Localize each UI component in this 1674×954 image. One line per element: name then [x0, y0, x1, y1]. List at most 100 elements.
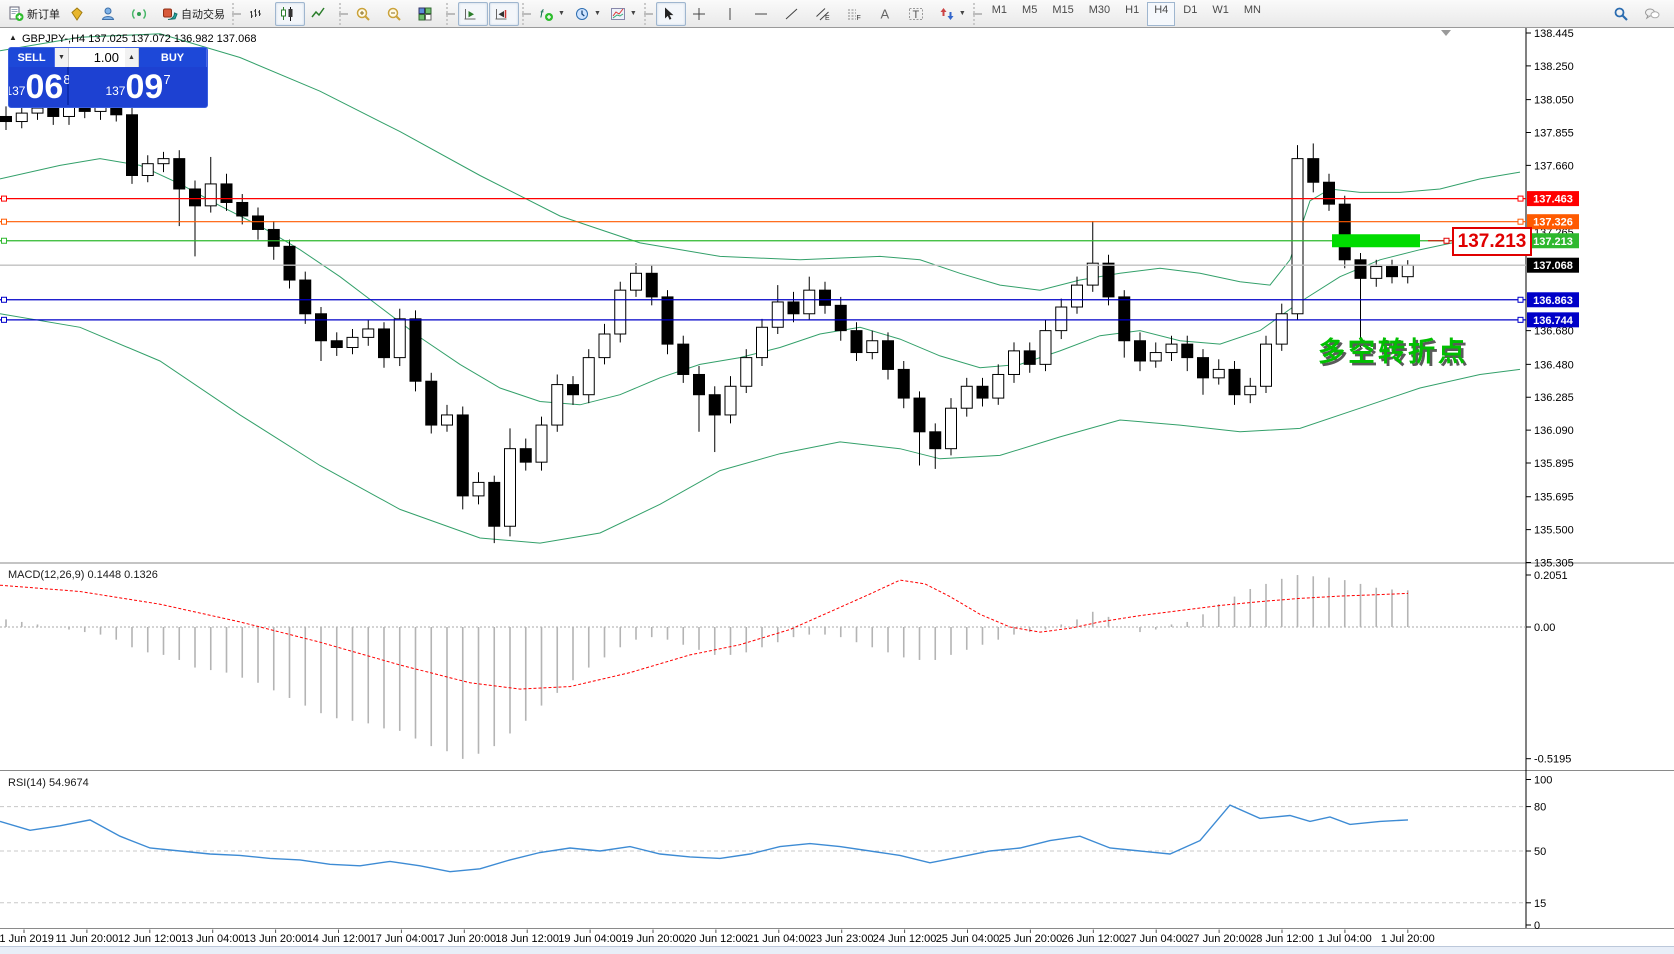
buy-price-display[interactable]: 137097	[69, 67, 207, 105]
time-axis-label: 24 Jun 12:00	[873, 933, 937, 945]
zoom-in-icon	[355, 6, 371, 22]
timeframe-mn[interactable]: MN	[1237, 2, 1268, 26]
equidistant-channel-button[interactable]: E	[811, 2, 841, 26]
vertical-line-button[interactable]	[718, 2, 748, 26]
price-axis-label: 136.090	[1534, 425, 1574, 437]
level-anchor-handle[interactable]	[1518, 219, 1523, 224]
candle-body	[1119, 297, 1130, 341]
timeframe-d1[interactable]: D1	[1176, 2, 1204, 26]
level-anchor-handle[interactable]	[1518, 317, 1523, 322]
line-chart-button[interactable]	[306, 2, 336, 26]
timeframe-m15[interactable]: M15	[1045, 2, 1080, 26]
chart-annotation-text[interactable]: 多空转折点	[1318, 330, 1468, 369]
trendline-button[interactable]	[780, 2, 810, 26]
price-axis-label: 136.285	[1534, 392, 1574, 404]
time-axis-label: 20 Jun 12:00	[684, 933, 748, 945]
autotrading-button[interactable]: 自动交易	[158, 2, 229, 26]
templates-button[interactable]: ▼	[606, 2, 641, 26]
level-anchor-handle[interactable]	[1518, 196, 1523, 201]
candle-body	[1402, 265, 1413, 276]
toolbar-separator	[446, 3, 455, 25]
candlestick-button[interactable]	[275, 2, 305, 26]
candle-body	[505, 449, 516, 527]
toolbar-separator	[973, 3, 982, 25]
profile-button[interactable]	[96, 2, 126, 26]
autotrading-button-label: 自动交易	[181, 6, 225, 22]
tile-windows-button[interactable]	[413, 2, 443, 26]
market-button[interactable]	[65, 2, 95, 26]
timeframe-m30[interactable]: M30	[1082, 2, 1117, 26]
chart-canvas[interactable]: 138.445138.250138.050137.855137.660137.2…	[0, 0, 1674, 953]
sell-button[interactable]: SELL	[9, 48, 55, 67]
level-anchor-handle[interactable]	[1518, 297, 1523, 302]
price-badge-label: 137.068	[1533, 260, 1573, 272]
buy-button[interactable]: BUY	[139, 48, 207, 67]
fibonacci-button[interactable]: F	[842, 2, 872, 26]
candle-body	[615, 290, 626, 334]
candle-body	[804, 290, 815, 314]
candle-body	[662, 297, 673, 344]
text-label-button[interactable]: T	[904, 2, 934, 26]
timeframe-h1[interactable]: H1	[1118, 2, 1146, 26]
chart-shift-button[interactable]	[489, 2, 519, 26]
timeframe-w1[interactable]: W1	[1205, 2, 1236, 26]
rsi-axis-label: 100	[1534, 775, 1552, 787]
zoom-in-button[interactable]	[351, 2, 381, 26]
chevron-down-icon[interactable]: ▼	[594, 10, 601, 17]
chevron-down-icon[interactable]: ▼	[630, 10, 637, 17]
timeframe-m5[interactable]: M5	[1015, 2, 1044, 26]
candle-body	[1009, 351, 1020, 375]
highlight-rectangle[interactable]	[1332, 234, 1420, 247]
zoom-out-button[interactable]	[382, 2, 412, 26]
time-axis-label: 19 Jun 04:00	[558, 933, 622, 945]
volume-up-stepper[interactable]: ▲	[125, 48, 139, 67]
price-axis-label: 135.305	[1534, 557, 1574, 569]
chat-button[interactable]	[1640, 2, 1670, 26]
price-callout-label[interactable]: 137.213	[1452, 227, 1532, 256]
callout-anchor[interactable]	[1444, 238, 1449, 243]
text-icon: A	[877, 6, 893, 22]
buy-price-pip: 7	[163, 72, 170, 87]
market-icon	[69, 6, 85, 22]
price-axis-label: 138.250	[1534, 61, 1574, 73]
trade-panel-collapse-icon[interactable]: ▲	[9, 33, 17, 42]
time-axis-label: 11 Jun 2019	[0, 933, 54, 945]
candle-body	[725, 386, 736, 415]
level-anchor-handle[interactable]	[2, 196, 7, 201]
candle-body	[205, 184, 216, 206]
level-anchor-handle[interactable]	[2, 317, 7, 322]
bar-chart-button[interactable]	[244, 2, 274, 26]
horizontal-line-button[interactable]	[749, 2, 779, 26]
candle-body	[142, 164, 153, 176]
level-anchor-handle[interactable]	[2, 238, 7, 243]
signals-button[interactable]	[127, 2, 157, 26]
timeframe-m1[interactable]: M1	[985, 2, 1014, 26]
periods-button[interactable]: ▼	[570, 2, 605, 26]
candle-body	[190, 189, 201, 206]
sell-price-display[interactable]: 137068	[9, 67, 69, 105]
candle-body	[331, 341, 342, 348]
search-button[interactable]	[1609, 2, 1639, 26]
volume-input[interactable]: 1.00	[69, 48, 125, 67]
crosshair-icon	[691, 6, 707, 22]
level-anchor-handle[interactable]	[2, 219, 7, 224]
new-order-button[interactable]: 新订单	[4, 2, 64, 26]
autoscroll-button[interactable]	[458, 2, 488, 26]
timeframe-h4[interactable]: H4	[1147, 2, 1175, 26]
cursor-button[interactable]	[656, 2, 686, 26]
volume-down-stepper[interactable]: ▼	[55, 48, 69, 67]
level-anchor-handle[interactable]	[2, 297, 7, 302]
chevron-down-icon[interactable]: ▼	[558, 10, 565, 17]
svg-text:E: E	[825, 15, 830, 22]
candle-body	[316, 314, 327, 341]
autoscroll-icon	[462, 6, 478, 22]
candle-body	[32, 108, 43, 113]
chevron-down-icon[interactable]: ▼	[959, 10, 966, 17]
price-axis-label: 135.695	[1534, 492, 1574, 504]
arrows-button[interactable]: ▼	[935, 2, 970, 26]
crosshair-button[interactable]	[687, 2, 717, 26]
buy-price-main: 09	[125, 72, 163, 102]
indicators-button[interactable]: f▼	[534, 2, 569, 26]
svg-text:f: f	[540, 8, 544, 20]
text-button[interactable]: A	[873, 2, 903, 26]
